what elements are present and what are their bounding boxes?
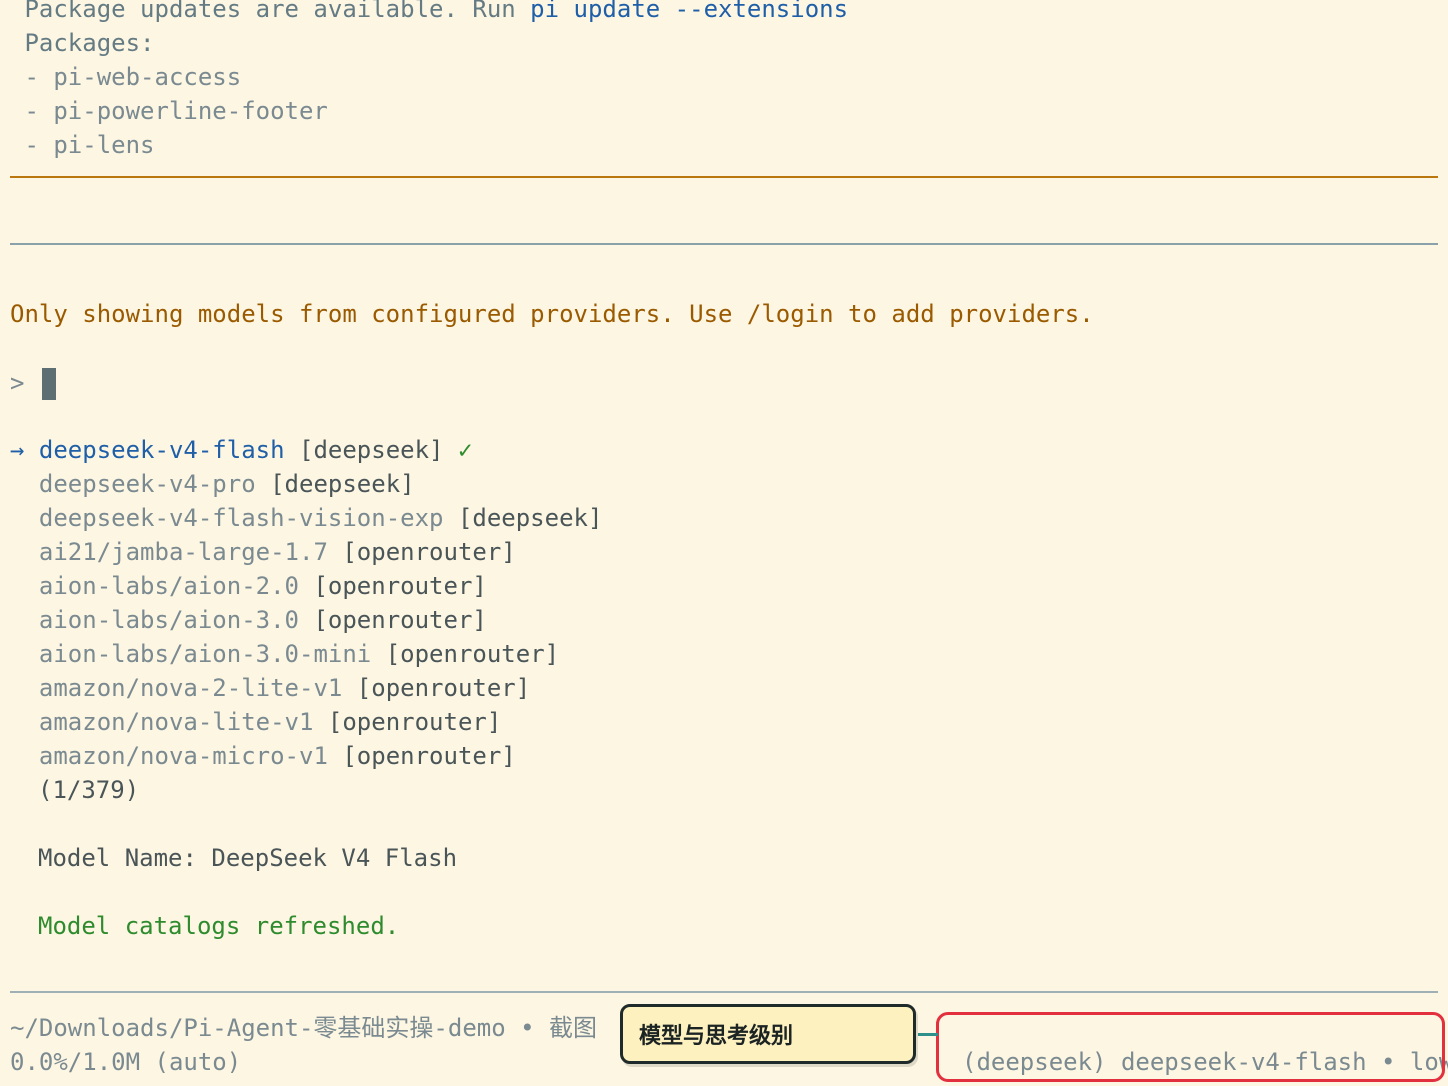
divider-orange	[10, 176, 1438, 178]
context-usage: 0.0%/1.0M (auto)	[10, 1048, 242, 1076]
model-list-item[interactable]: aion-labs/aion-3.0 [openrouter]	[10, 603, 487, 637]
prompt-line[interactable]: >	[10, 366, 57, 400]
model-item-name: amazon/nova-micro-v1	[38, 742, 328, 770]
refresh-status: Model catalogs refreshed.	[38, 912, 400, 940]
model-item-provider: [deepseek]	[457, 504, 603, 532]
divider-gray	[10, 243, 1438, 245]
package-item: - pi-web-access	[10, 63, 242, 91]
model-list-item[interactable]: deepseek-v4-flash-vision-exp [deepseek]	[10, 501, 603, 535]
model-item-provider: [openrouter]	[342, 538, 516, 566]
model-list-item[interactable]: aion-labs/aion-3.0-mini [openrouter]	[10, 637, 559, 671]
model-item-name: deepseek-v4-flash-vision-exp	[38, 504, 444, 532]
model-item-provider: [openrouter]	[342, 742, 516, 770]
model-list-item[interactable]: ai21/jamba-large-1.7 [openrouter]	[10, 535, 516, 569]
update-notice-prefix: Package updates are available. Run	[10, 0, 531, 23]
model-item-name: deepseek-v4-flash	[38, 436, 285, 464]
packages-label: Packages:	[10, 29, 155, 57]
package-item: - pi-powerline-footer	[10, 97, 328, 125]
update-notice-line: Package updates are available. Run pi up…	[10, 0, 848, 26]
model-item-provider: [openrouter]	[313, 572, 487, 600]
check-icon: ✓	[457, 436, 473, 464]
model-item-provider: [deepseek]	[299, 436, 444, 464]
selected-arrow-icon: →	[10, 436, 25, 464]
model-item-provider: [openrouter]	[327, 708, 502, 736]
model-item-name: aion-labs/aion-2.0	[38, 572, 299, 600]
model-list-item[interactable]: aion-labs/aion-2.0 [openrouter]	[10, 569, 487, 603]
model-status-highlight	[936, 1012, 1445, 1082]
update-command: pi update --extensions	[530, 0, 849, 23]
model-count: (1/379)	[38, 776, 140, 804]
callout-connector	[918, 1033, 938, 1036]
footer-divider	[10, 991, 1438, 993]
text-cursor	[42, 368, 57, 400]
model-item-name: amazon/nova-2-lite-v1	[38, 674, 343, 702]
model-item-name: aion-labs/aion-3.0-mini	[38, 640, 372, 668]
prompt-symbol: >	[10, 369, 25, 397]
model-item-name: deepseek-v4-pro	[38, 470, 256, 498]
model-list-item[interactable]: deepseek-v4-pro [deepseek]	[10, 467, 415, 501]
model-item-name: ai21/jamba-large-1.7	[38, 538, 328, 566]
provider-notice: Only showing models from configured prov…	[10, 300, 1094, 328]
model-item-provider: [deepseek]	[270, 470, 415, 498]
model-item-name: aion-labs/aion-3.0	[38, 606, 299, 634]
model-list-item[interactable]: amazon/nova-micro-v1 [openrouter]	[10, 739, 516, 773]
model-item-name: amazon/nova-lite-v1	[38, 708, 314, 736]
model-list-item[interactable]: amazon/nova-2-lite-v1 [openrouter]	[10, 671, 530, 705]
footer-path: ~/Downloads/Pi-Agent-零基础实操-demo • 截图	[10, 1014, 598, 1042]
annotation-callout: 模型与思考级别	[620, 1004, 916, 1064]
annotation-label: 模型与思考级别	[639, 1024, 794, 1049]
model-item-provider: [openrouter]	[356, 674, 531, 702]
model-list-item-selected[interactable]: → deepseek-v4-flash [deepseek] ✓	[10, 433, 472, 467]
model-name-line: Model Name: DeepSeek V4 Flash	[38, 844, 458, 872]
package-item: - pi-lens	[10, 131, 155, 159]
model-item-provider: [openrouter]	[313, 606, 487, 634]
model-item-provider: [openrouter]	[385, 640, 560, 668]
model-list-item[interactable]: amazon/nova-lite-v1 [openrouter]	[10, 705, 501, 739]
